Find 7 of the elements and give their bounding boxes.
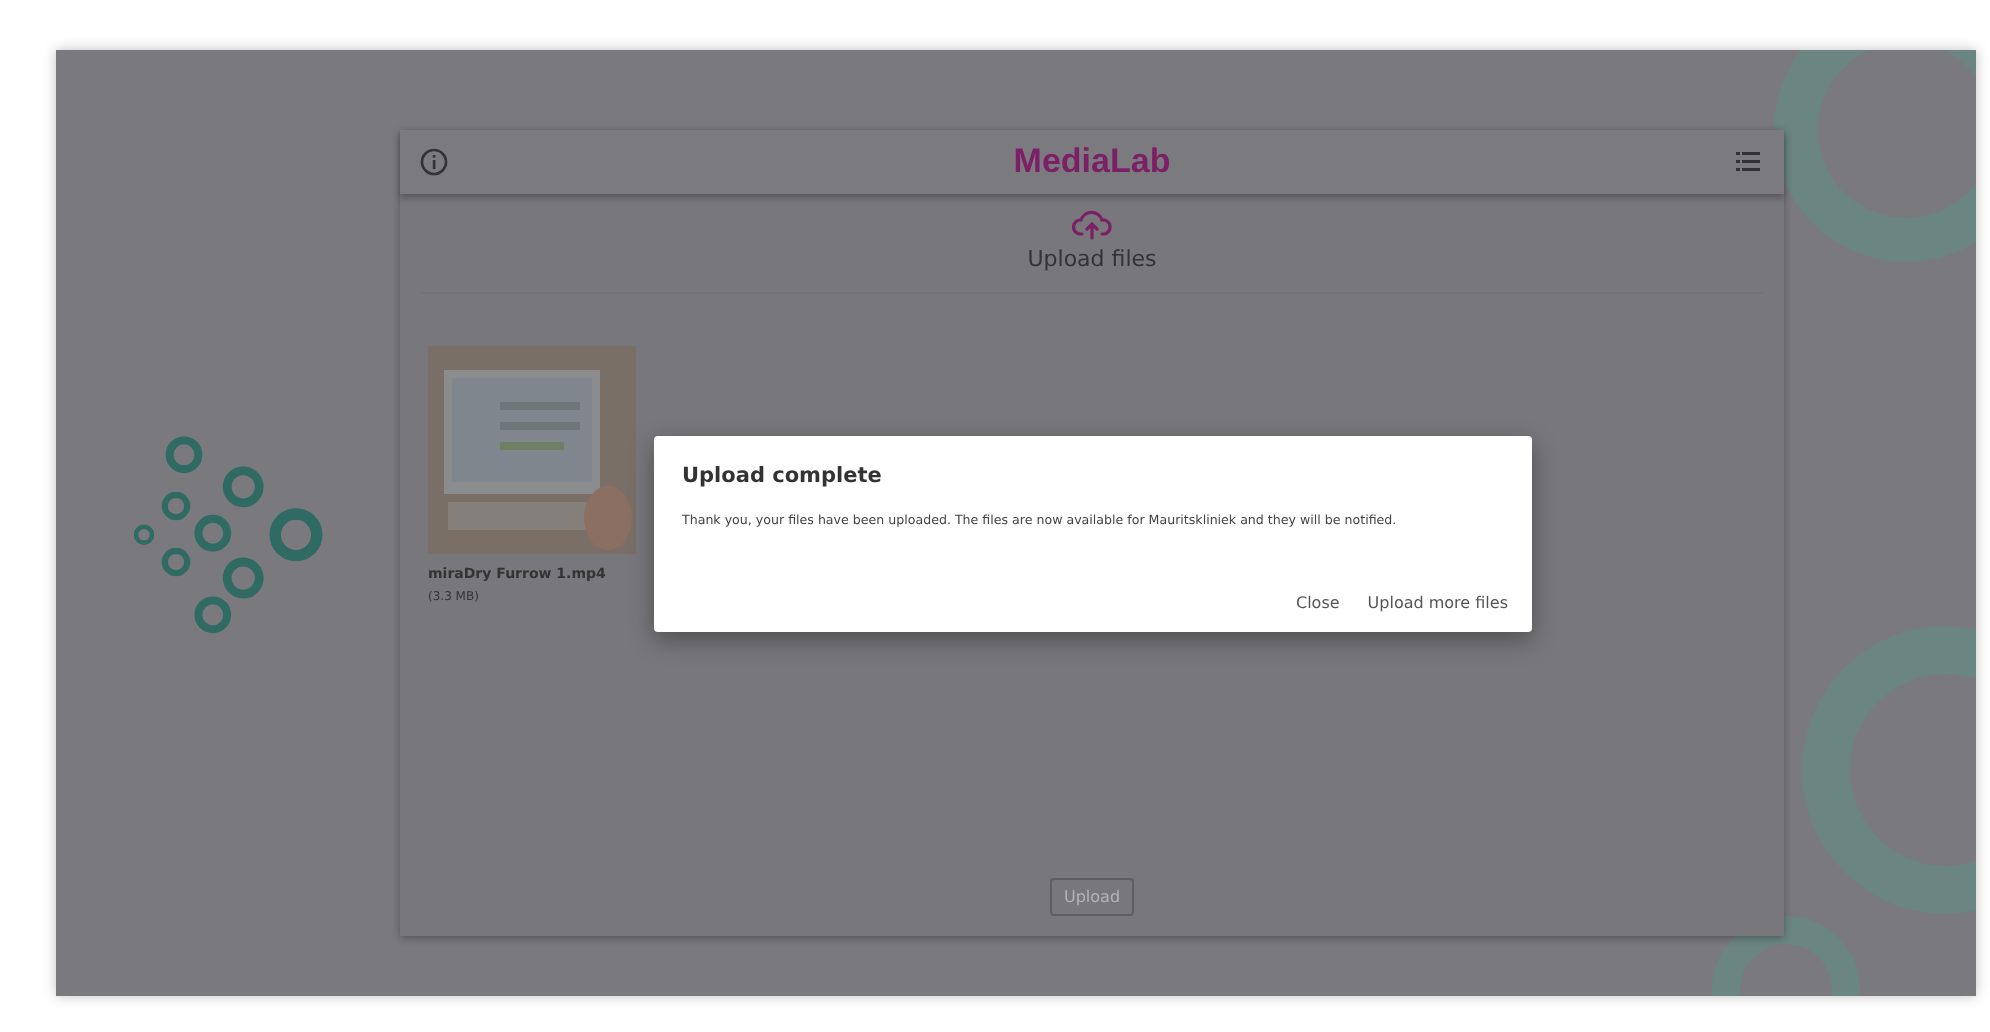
info-icon[interactable] — [420, 148, 448, 176]
dialog-button[interactable]: Upload more files — [1367, 590, 1508, 616]
dialog-title: Upload complete — [682, 464, 884, 488]
app-title: MediaLab — [1013, 142, 1171, 182]
cloud-upload-icon[interactable] — [1072, 210, 1112, 242]
menu-icon[interactable] — [1736, 152, 1760, 172]
dialog-button[interactable]: Close — [1296, 590, 1340, 616]
